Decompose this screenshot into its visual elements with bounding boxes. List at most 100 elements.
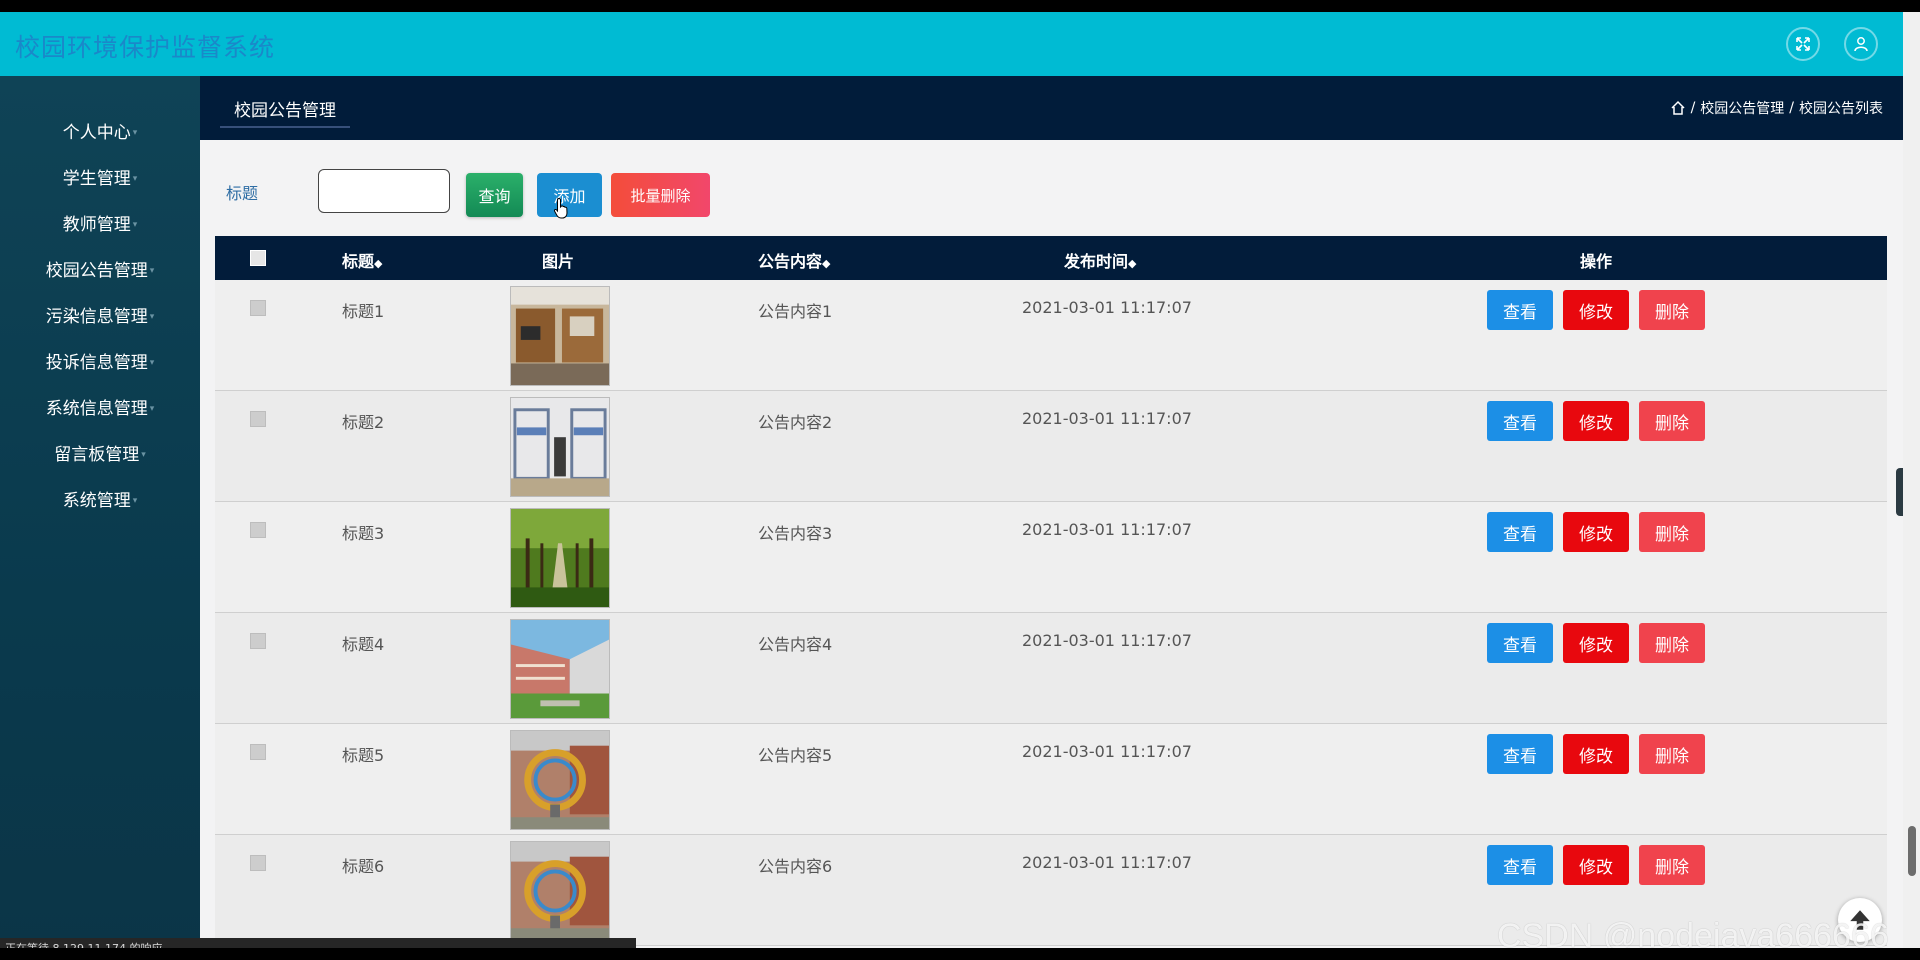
home-icon[interactable] <box>1670 100 1686 116</box>
chevron-down-icon: ▾ <box>149 358 155 368</box>
batch-delete-button[interactable]: 批量删除 <box>611 173 710 217</box>
delete-button[interactable]: 删除 <box>1639 623 1705 663</box>
sidebar-item-system-info[interactable]: 系统信息管理 ▾ <box>0 386 200 426</box>
query-button[interactable]: 查询 <box>466 173 523 217</box>
breadcrumb-item: 校园公告列表 <box>1799 101 1883 117</box>
app-title: 校园环境保护监督系统 <box>15 33 276 62</box>
table-row: 标题3 公告内容3 2021-03-01 11:17:07 查看 修改 删除 <box>215 502 1887 613</box>
chevron-down-icon: ▾ <box>149 312 155 322</box>
fullscreen-button[interactable] <box>1786 27 1820 61</box>
row-image <box>510 286 610 386</box>
sidebar-item-label: 留言板管理 <box>54 444 140 465</box>
sidebar-item-students[interactable]: 学生管理 ▾ <box>0 156 200 196</box>
breadcrumb: / 校园公告管理 / 校园公告列表 <box>1670 98 1883 118</box>
sort-icon: ◆ <box>822 257 831 270</box>
breadcrumb-item[interactable]: 校园公告管理 <box>1700 98 1784 118</box>
sidebar-item-system[interactable]: 系统管理 ▾ <box>0 478 200 518</box>
browser-status-bar: 正在等待 8.129.11.174 的响应... <box>0 938 636 948</box>
sidebar-item-label: 个人中心 <box>62 122 131 143</box>
sidebar-item-label: 学生管理 <box>62 168 131 189</box>
ring-sculpture-photo <box>511 842 609 940</box>
content-header: 校园公告管理 / 校园公告管理 / 校园公告列表 <box>200 76 1903 140</box>
sidebar-item-label: 污染信息管理 <box>45 306 148 327</box>
row-title: 标题6 <box>342 857 385 876</box>
hand-cursor-icon <box>553 197 568 219</box>
sidebar-item-complaints[interactable]: 投诉信息管理 ▾ <box>0 340 200 380</box>
table-header: 标题◆ 图片 公告内容◆ 发布时间◆ 操作 <box>215 236 1887 280</box>
table-row: 标题5 公告内容5 2021-03-01 11:17:07 查看 修改 删除 <box>215 724 1887 835</box>
row-checkbox[interactable] <box>250 855 266 871</box>
sidebar-item-announcements[interactable]: 校园公告管理 ▾ <box>0 248 200 288</box>
row-checkbox[interactable] <box>250 522 266 538</box>
view-button[interactable]: 查看 <box>1487 512 1553 552</box>
edit-button[interactable]: 修改 <box>1563 845 1629 885</box>
view-button[interactable]: 查看 <box>1487 401 1553 441</box>
row-content: 公告内容3 <box>758 524 833 543</box>
sidebar-item-label: 校园公告管理 <box>45 260 148 281</box>
view-button[interactable]: 查看 <box>1487 845 1553 885</box>
row-title: 标题3 <box>342 524 385 543</box>
delete-button[interactable]: 删除 <box>1639 845 1705 885</box>
view-button[interactable]: 查看 <box>1487 623 1553 663</box>
edit-button[interactable]: 修改 <box>1563 623 1629 663</box>
chevron-down-icon: ▾ <box>132 174 138 184</box>
row-publish-time: 2021-03-01 11:17:07 <box>1022 409 1192 428</box>
edit-button[interactable]: 修改 <box>1563 512 1629 552</box>
sidebar-item-message-board[interactable]: 留言板管理 ▾ <box>0 432 200 472</box>
row-image <box>510 619 610 719</box>
table-row: 标题2 公告内容2 2021-03-01 11:17:07 查看 修改 删除 <box>215 391 1887 502</box>
view-button[interactable]: 查看 <box>1487 290 1553 330</box>
row-checkbox[interactable] <box>250 744 266 760</box>
header-content[interactable]: 公告内容◆ <box>758 248 831 272</box>
announcement-table: 标题◆ 图片 公告内容◆ 发布时间◆ 操作 标题1 公告内容1 2021-03-… <box>215 236 1887 946</box>
dorm-desk-photo <box>511 287 609 385</box>
dorm-beds-photo <box>511 398 609 496</box>
tab-announcement-management[interactable]: 校园公告管理 <box>220 90 350 128</box>
delete-button[interactable]: 删除 <box>1639 734 1705 774</box>
table-row: 标题4 公告内容4 2021-03-01 11:17:07 查看 修改 删除 <box>215 613 1887 724</box>
ring-sculpture-photo <box>511 731 609 829</box>
row-image <box>510 730 610 830</box>
sidebar-item-label: 系统管理 <box>62 490 131 511</box>
row-content: 公告内容5 <box>758 746 833 765</box>
row-title: 标题1 <box>342 302 385 321</box>
watermark: CSDN @nodejava666666 <box>1497 917 1889 948</box>
delete-button[interactable]: 删除 <box>1639 290 1705 330</box>
row-publish-time: 2021-03-01 11:17:07 <box>1022 853 1192 872</box>
select-all-checkbox[interactable] <box>250 250 266 266</box>
sidebar-item-pollution[interactable]: 污染信息管理 ▾ <box>0 294 200 334</box>
table-row: 标题1 公告内容1 2021-03-01 11:17:07 查看 修改 删除 <box>215 280 1887 391</box>
sidebar-item-teachers[interactable]: 教师管理 ▾ <box>0 202 200 242</box>
breadcrumb-separator: / <box>1789 100 1794 116</box>
row-checkbox[interactable] <box>250 411 266 427</box>
sidebar-item-personal-center[interactable]: 个人中心 ▾ <box>0 110 200 150</box>
sidebar-item-label: 系统信息管理 <box>45 398 148 419</box>
header-title-label: 标题 <box>342 252 375 271</box>
chevron-down-icon: ▾ <box>141 450 146 460</box>
sidebar-item-label: 教师管理 <box>62 214 131 235</box>
row-checkbox[interactable] <box>250 633 266 649</box>
edit-button[interactable]: 修改 <box>1563 734 1629 774</box>
delete-button[interactable]: 删除 <box>1639 512 1705 552</box>
scrollbar[interactable] <box>1903 12 1920 948</box>
user-button[interactable] <box>1844 27 1878 61</box>
row-checkbox[interactable] <box>250 300 266 316</box>
side-panel-toggle[interactable] <box>1896 468 1903 516</box>
view-button[interactable]: 查看 <box>1487 734 1553 774</box>
chevron-down-icon: ▾ <box>132 496 138 506</box>
search-title-input[interactable] <box>318 169 450 213</box>
tree-avenue-photo <box>511 509 609 607</box>
expand-icon <box>1796 37 1810 51</box>
delete-button[interactable]: 删除 <box>1639 401 1705 441</box>
header-publish-time[interactable]: 发布时间◆ <box>1064 248 1137 272</box>
edit-button[interactable]: 修改 <box>1563 401 1629 441</box>
header-title[interactable]: 标题◆ <box>342 248 383 272</box>
user-icon <box>1854 37 1868 52</box>
scrollbar-thumb[interactable] <box>1908 826 1916 876</box>
app-window: 校园环境保护监督系统 个人中心 ▾ 学生管理 ▾ 教师管理 ▾ 校园公告管理 ▾… <box>0 12 1903 948</box>
row-content: 公告内容1 <box>758 302 833 321</box>
chevron-down-icon: ▾ <box>149 404 155 414</box>
edit-button[interactable]: 修改 <box>1563 290 1629 330</box>
row-publish-time: 2021-03-01 11:17:07 <box>1022 742 1192 761</box>
row-publish-time: 2021-03-01 11:17:07 <box>1022 298 1192 317</box>
